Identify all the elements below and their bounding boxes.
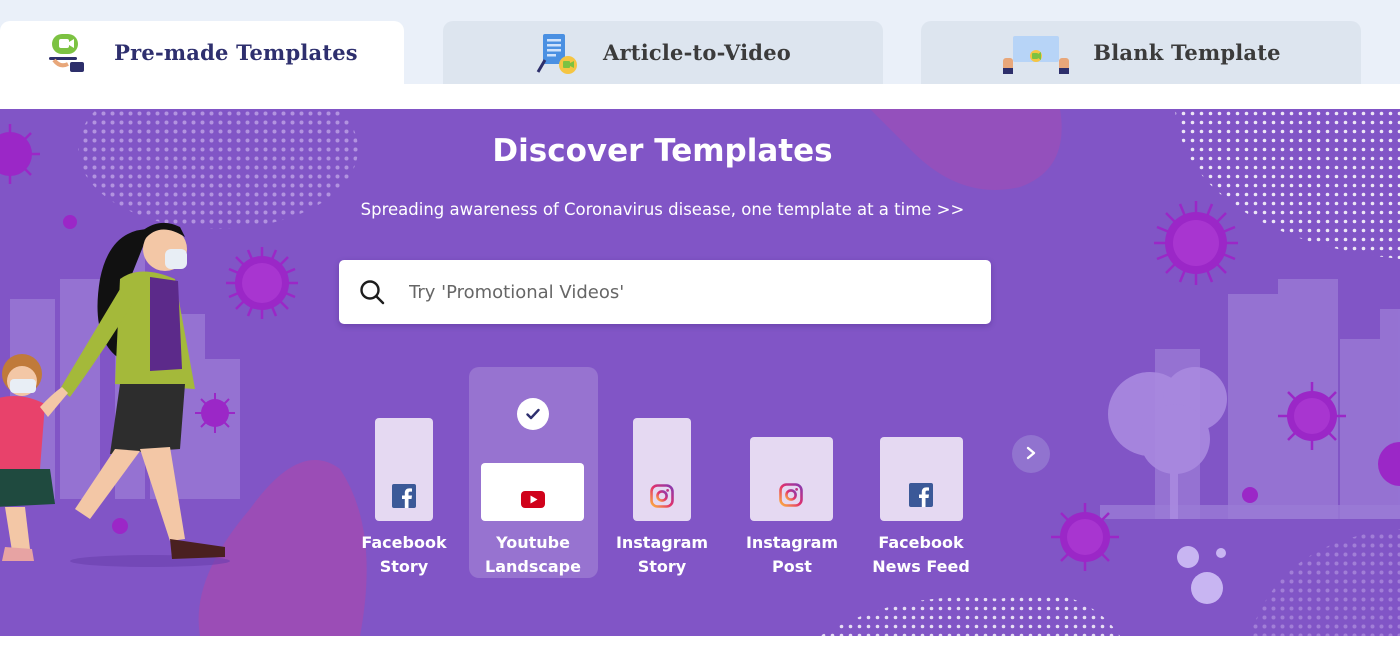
- template-option-youtube-landscape[interactable]: Youtube Landscape: [469, 409, 599, 589]
- option-label: Instagram Post: [745, 533, 839, 576]
- format-thumbnail: [880, 437, 963, 521]
- tab-label: Article-to-Video: [603, 40, 791, 65]
- next-button[interactable]: [1012, 435, 1050, 473]
- article-video-icon: [535, 30, 581, 76]
- facebook-icon: [909, 483, 933, 511]
- tab-bar: Pre-made Templates Article-to-Video Blan…: [0, 0, 1400, 84]
- option-label: Youtube Landscape: [485, 533, 581, 576]
- format-thumbnail: [375, 418, 433, 521]
- tab-label: Blank Template: [1093, 40, 1281, 65]
- template-option-facebook-story[interactable]: Facebook Story: [340, 409, 470, 589]
- option-label: Facebook Story: [361, 533, 447, 576]
- option-label: Instagram Story: [615, 533, 709, 576]
- tab-label: Pre-made Templates: [114, 40, 358, 65]
- tab-blank-template[interactable]: Blank Template: [921, 21, 1361, 84]
- format-thumbnail: [481, 463, 584, 521]
- tab-pre-made-templates[interactable]: Pre-made Templates: [0, 21, 404, 84]
- instagram-icon: [650, 484, 674, 512]
- tab-article-to-video[interactable]: Article-to-Video: [443, 21, 883, 84]
- template-option-facebook-news-feed[interactable]: Facebook News Feed: [856, 409, 986, 589]
- template-options: Facebook Story Youtube Landscape Instagram…: [0, 109, 1400, 636]
- separator: [0, 84, 1400, 109]
- template-option-instagram-post[interactable]: Instagram Post: [727, 409, 857, 589]
- facebook-icon: [392, 484, 416, 512]
- chevron-right-icon: [1025, 445, 1037, 464]
- format-thumbnail: [750, 437, 833, 521]
- format-thumbnail: [633, 418, 691, 521]
- option-label: Facebook News Feed: [872, 533, 970, 576]
- instagram-icon: [779, 483, 803, 511]
- video-tray-icon: [46, 30, 92, 76]
- blank-canvas-icon: [1001, 30, 1071, 76]
- youtube-icon: [521, 491, 545, 512]
- template-option-instagram-story[interactable]: Instagram Story: [598, 409, 728, 589]
